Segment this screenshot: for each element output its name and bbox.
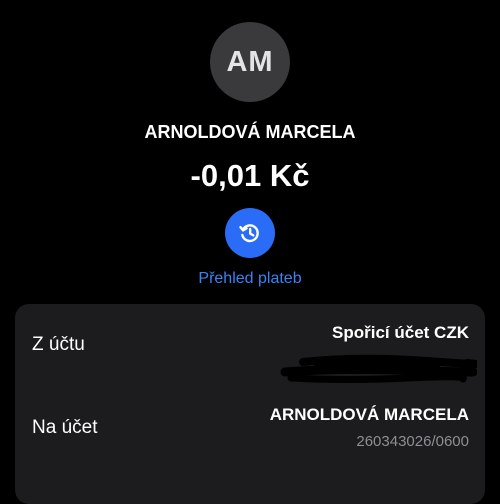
to-account-label: Na účet bbox=[32, 417, 98, 438]
payment-history-link[interactable]: Přehled plateb bbox=[0, 270, 500, 288]
payment-history-button[interactable] bbox=[225, 208, 275, 258]
counterparty-name: ARNOLDOVÁ MARCELA bbox=[144, 122, 356, 142]
to-account-number: 260343026/0600 bbox=[356, 433, 469, 450]
transaction-header: AM ARNOLDOVÁ MARCELA -0,01 Kč Přehled pl… bbox=[0, 0, 500, 300]
avatar: AM bbox=[210, 22, 290, 102]
transaction-amount: -0,01 Kč bbox=[190, 158, 310, 193]
from-account-label: Z účtu bbox=[32, 334, 85, 355]
redaction-scribble bbox=[280, 354, 477, 383]
to-account-name: ARNOLDOVÁ MARCELA bbox=[269, 405, 469, 424]
history-icon bbox=[239, 224, 259, 243]
from-account-value: Spořicí účet CZK bbox=[332, 323, 469, 342]
transaction-details-card: Z účtu Spořicí účet CZK Na účet ARNOLDOV… bbox=[15, 304, 485, 504]
